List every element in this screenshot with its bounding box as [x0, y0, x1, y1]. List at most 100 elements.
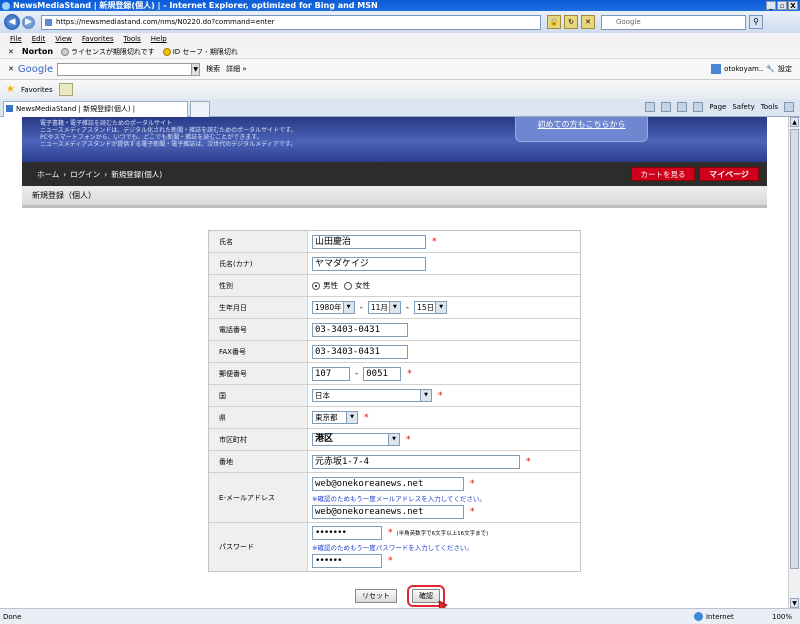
view-cart-button[interactable]: カートを見る	[631, 167, 695, 181]
form-actions: リセット 確認	[355, 585, 445, 607]
form-row-zip: 郵便番号 107 - 0051 *	[209, 363, 580, 385]
first-time-link[interactable]: 初めての方もこちらから	[515, 117, 648, 142]
breadcrumb-arrow-icon: ›	[104, 169, 108, 179]
lock-icon[interactable]: 🔒	[547, 15, 561, 29]
gender-female-radio[interactable]	[344, 281, 352, 290]
password-field[interactable]: •••••••	[312, 526, 382, 541]
new-tab-button[interactable]	[190, 101, 210, 117]
back-button[interactable]: ◀	[4, 14, 20, 30]
required-mark: *	[470, 506, 475, 517]
form-row-fax: FAX番号 03-3403-0431	[209, 341, 580, 363]
print-icon[interactable]	[693, 102, 704, 112]
breadcrumb-home[interactable]: ホーム	[37, 169, 59, 180]
breadcrumb: ホーム › ログイン › 新規登録(個人) カートを見る マイページ	[22, 162, 767, 186]
minimize-button[interactable]: _	[766, 1, 776, 10]
menu-help[interactable]: Help	[151, 35, 167, 43]
avatar[interactable]	[711, 64, 722, 74]
menu-favorites[interactable]: Favorites	[82, 35, 114, 43]
scroll-thumb[interactable]	[790, 129, 799, 569]
label-kana: 氏名(カナ)	[209, 253, 308, 274]
norton-idsafe[interactable]: ID セーフ - 期限切れ	[162, 47, 238, 57]
reset-button[interactable]: リセット	[355, 589, 397, 603]
banner-line: PCやスマートフォンから、いつでも、どこでも新聞・雑誌を読むことができます。	[40, 134, 263, 141]
zip-second-field[interactable]: 0051	[363, 366, 402, 381]
birth-day-select[interactable]: 15日	[414, 301, 448, 314]
add-favorite-icon[interactable]	[58, 83, 73, 96]
forward-button[interactable]: ▶	[22, 15, 35, 29]
google-search-button[interactable]: 検索	[206, 64, 220, 74]
birth-year-select[interactable]: 1980年	[312, 301, 355, 314]
close-window-button[interactable]: X	[788, 1, 798, 10]
norton-license-status[interactable]: ライセンスが期限切れです	[61, 47, 155, 57]
email-field[interactable]: web@onekoreanews.net	[312, 476, 464, 491]
gender-male-label: 男性	[323, 281, 338, 290]
favorites-button[interactable]: Favorites	[21, 86, 53, 94]
tab-newsmediastand[interactable]: NewsMediaStand | 新規登録(個人) |	[3, 101, 188, 117]
prefecture-select[interactable]: 東京都	[312, 411, 358, 424]
google-logo[interactable]: Google	[18, 64, 53, 75]
google-search-dropdown[interactable]: ▼	[192, 62, 201, 76]
tools-menu[interactable]: Tools	[761, 103, 778, 111]
norton-menu[interactable]: Norton	[22, 47, 53, 56]
form-row-name: 氏名 山田慶治 *	[209, 231, 580, 253]
scroll-up-icon[interactable]: ▲	[790, 117, 799, 127]
wrench-icon[interactable]: 🔧	[766, 65, 775, 73]
zoom-level[interactable]: 100%	[772, 613, 792, 621]
google-settings[interactable]: 設定	[778, 64, 792, 74]
banner-line: 電子書籍・電子雑誌を読むためのポータルサイト	[40, 120, 173, 127]
address-field[interactable]: 元赤坂1-7-4	[312, 454, 520, 469]
menu-edit[interactable]: Edit	[32, 35, 46, 43]
label-email: E-メールアドレス	[209, 473, 308, 522]
required-mark: *	[526, 456, 531, 467]
mail-icon[interactable]	[677, 102, 688, 112]
breadcrumb-current: 新規登録(個人)	[111, 169, 163, 179]
gender-female-label: 女性	[355, 281, 370, 290]
page-menu[interactable]: Page	[709, 103, 726, 111]
zip-first-field[interactable]: 107	[312, 366, 350, 381]
zip-separator: -	[355, 368, 359, 379]
required-mark: *	[406, 434, 411, 445]
birth-month-select[interactable]: 11月	[367, 301, 401, 314]
maximize-button[interactable]: ▫	[777, 1, 787, 10]
page-scrollbar[interactable]: ▲ ▼	[788, 117, 800, 608]
close-toolbar-icon[interactable]: ✕	[8, 65, 14, 73]
mypage-button[interactable]: マイページ	[699, 167, 759, 181]
name-field[interactable]: 山田慶治	[312, 234, 426, 249]
help-icon[interactable]	[784, 102, 794, 112]
feeds-icon[interactable]	[661, 102, 672, 112]
city-select[interactable]: 港区	[312, 433, 400, 446]
security-zone[interactable]: Internet	[693, 612, 764, 621]
label-city: 市区町村	[209, 429, 308, 450]
kana-field[interactable]: ヤマダケイジ	[312, 256, 426, 271]
warning-icon	[61, 47, 70, 56]
close-toolbar-icon[interactable]: ✕	[8, 48, 14, 56]
password-confirm-field[interactable]: ••••••	[312, 553, 382, 568]
email-confirm-field[interactable]: web@onekoreanews.net	[312, 504, 464, 519]
menu-view[interactable]: View	[55, 35, 72, 43]
url-field[interactable]: https://newsmediastand.com/nms/N0220.do?…	[41, 14, 541, 30]
form-row-password: パスワード ••••••• * (半角英数字で6文字以上16文字まで) ※確認の…	[209, 523, 580, 571]
menu-tools[interactable]: Tools	[124, 35, 141, 43]
scroll-down-icon[interactable]: ▼	[790, 598, 799, 608]
search-icon[interactable]: ⚲	[749, 15, 763, 29]
fax-field[interactable]: 03-3403-0431	[312, 344, 408, 359]
gender-male-radio[interactable]	[312, 281, 320, 290]
required-mark: *	[438, 390, 443, 401]
breadcrumb-login[interactable]: ログイン	[70, 169, 100, 180]
safety-menu[interactable]: Safety	[732, 103, 754, 111]
search-input[interactable]: Google	[601, 14, 746, 30]
google-more-button[interactable]: 詳細 »	[226, 64, 247, 74]
stop-icon[interactable]: ✕	[581, 15, 595, 29]
label-fax: FAX番号	[209, 341, 308, 362]
google-user-name[interactable]: otokoyam..	[724, 65, 763, 73]
favorites-star-icon[interactable]: ★	[6, 84, 15, 95]
google-search-input[interactable]	[57, 62, 193, 76]
menu-file[interactable]: File	[10, 35, 22, 43]
home-icon[interactable]	[645, 102, 656, 112]
idsafe-icon	[162, 47, 171, 56]
refresh-icon[interactable]: ↻	[564, 15, 578, 29]
phone-field[interactable]: 03-3403-0431	[312, 322, 408, 337]
label-country: 国	[209, 385, 308, 406]
country-select[interactable]: 日本	[312, 389, 432, 402]
google-toolbar: ✕ Google ▼ 検索 詳細 » otokoyam.. 🔧 設定	[0, 59, 800, 80]
